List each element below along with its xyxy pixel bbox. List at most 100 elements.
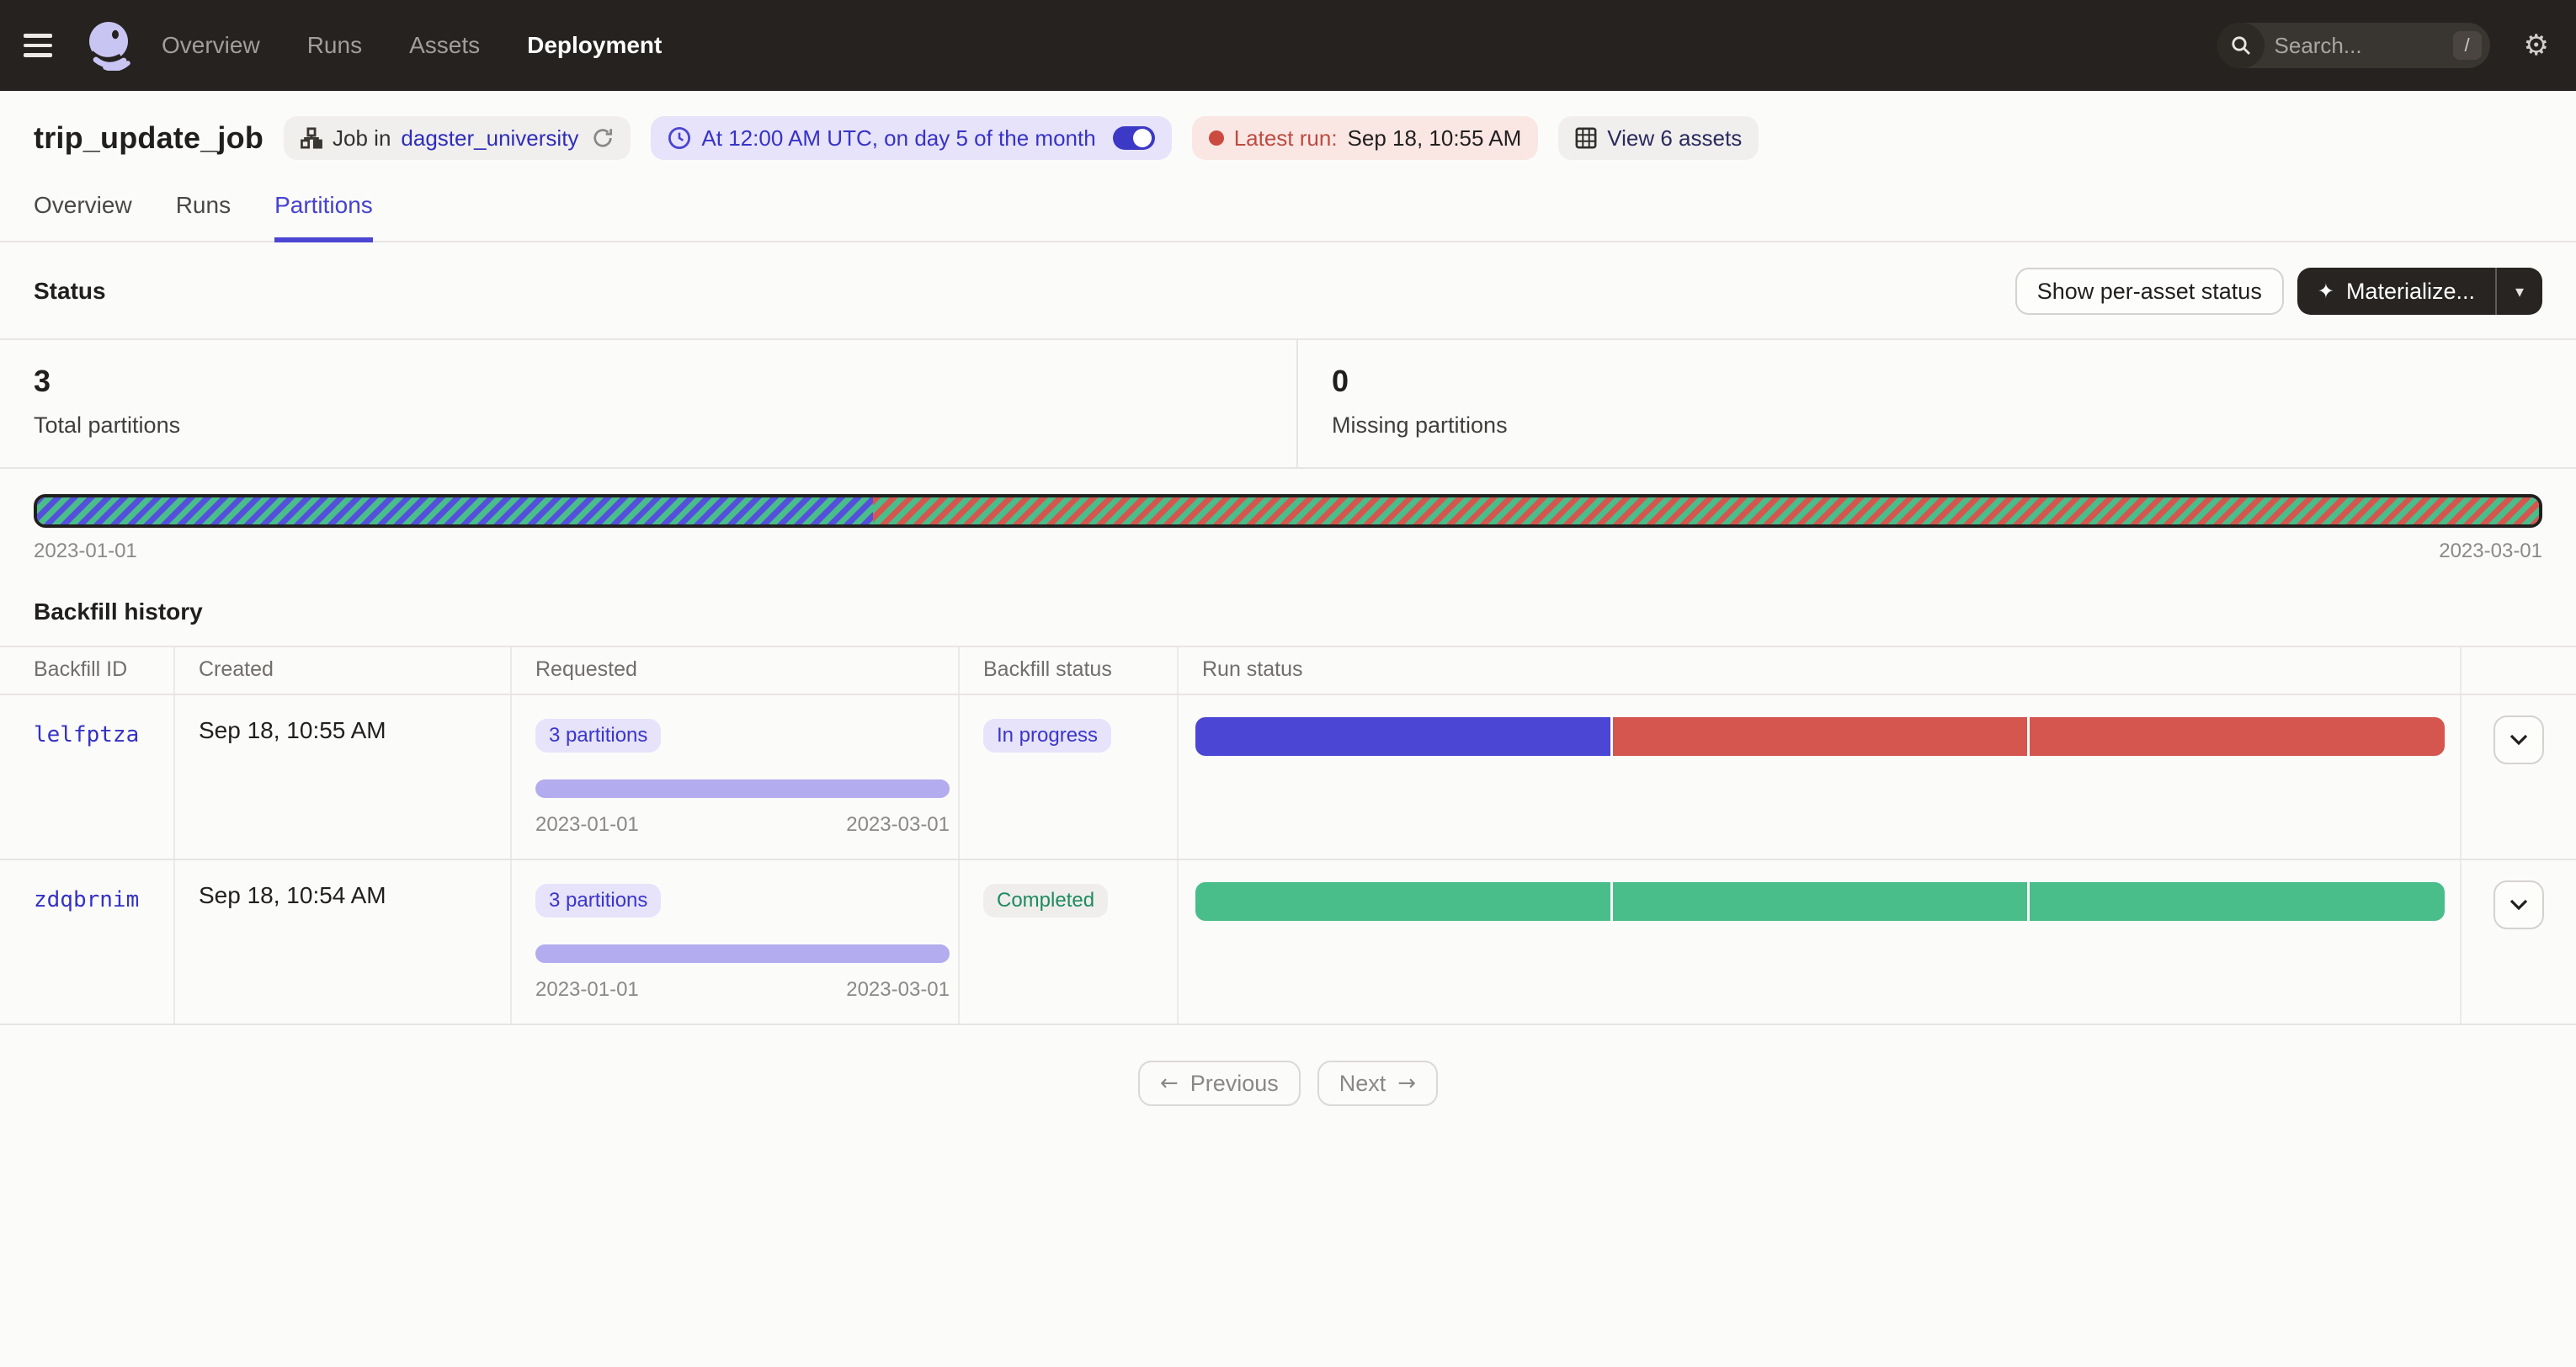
column-header-expand [2462, 647, 2576, 694]
partition-counts: 3 Total partitions 0 Missing partitions [0, 338, 2576, 469]
search-shortcut-badge: / [2453, 31, 2482, 60]
table-row: zdqbrnim Sep 18, 10:54 AM 3 partitions 2… [0, 860, 2576, 1025]
tab-runs[interactable]: Runs [176, 192, 231, 242]
partitions-count-pill[interactable]: 3 partitions [535, 884, 661, 918]
nav-item-deployment[interactable]: Deployment [527, 32, 662, 59]
show-per-asset-status-button[interactable]: Show per-asset status [2015, 268, 2284, 315]
job-location-pill: Job in dagster_university [284, 116, 631, 160]
partitions-count-pill[interactable]: 3 partitions [535, 719, 661, 753]
range-end: 2023-03-01 [846, 813, 950, 837]
repository-link[interactable]: dagster_university [401, 125, 578, 152]
schedule-label: At 12:00 AM UTC, on day 5 of the month [701, 125, 1095, 152]
job-graph-icon [301, 127, 322, 149]
status-heading: Status [34, 278, 106, 305]
total-partitions-cell: 3 Total partitions [0, 340, 1296, 467]
created-cell: Sep 18, 10:54 AM [175, 860, 512, 1024]
missing-partitions-value: 0 [1332, 364, 2542, 399]
chevron-down-icon [2509, 899, 2528, 911]
status-section-header: Status Show per-asset status ✦ Materiali… [0, 242, 2576, 338]
hamburger-icon [24, 34, 64, 37]
run-status-cell [1179, 860, 2462, 1024]
total-partitions-label: Total partitions [34, 412, 1263, 439]
dagster-app: Overview Runs Assets Deployment / ⚙ trip… [0, 0, 2576, 1367]
expand-cell [2462, 860, 2576, 1024]
backfill-id-link[interactable]: zdqbrnim [34, 887, 139, 912]
nav-item-assets[interactable]: Assets [409, 32, 480, 59]
next-page-button[interactable]: Next → [1317, 1061, 1438, 1106]
column-header-backfill-id: Backfill ID [0, 647, 175, 694]
nav-items: Overview Runs Assets Deployment [162, 32, 662, 59]
materialize-button[interactable]: ✦ Materialize... [2297, 268, 2495, 315]
page-title: trip_update_job [34, 120, 263, 156]
expand-cell [2462, 695, 2576, 859]
expand-row-button[interactable] [2494, 715, 2544, 764]
top-nav: Overview Runs Assets Deployment / ⚙ [0, 0, 2576, 91]
status-badge: Completed [983, 884, 1108, 918]
job-pill-prefix: Job in [333, 125, 391, 152]
arrow-right-icon: → [1397, 1071, 1416, 1096]
backfill-status-cell: In progress [960, 695, 1179, 859]
column-header-run-status: Run status [1179, 647, 2462, 694]
materialize-dropdown-button[interactable]: ▾ [2497, 268, 2542, 315]
missing-partitions-cell: 0 Missing partitions [1296, 340, 2576, 467]
materialize-label: Materialize... [2346, 279, 2475, 305]
latest-run-link[interactable]: Sep 18, 10:55 AM [1348, 125, 1522, 152]
tab-overview[interactable]: Overview [34, 192, 132, 242]
backfill-table-header: Backfill ID Created Requested Backfill s… [0, 647, 2576, 695]
view-assets-pill[interactable]: View 6 assets [1558, 116, 1759, 160]
range-start: 2023-01-01 [535, 813, 639, 837]
run-segment[interactable] [1195, 882, 1610, 921]
backfill-table: Backfill ID Created Requested Backfill s… [0, 646, 2576, 1025]
column-header-created: Created [175, 647, 512, 694]
tab-partitions[interactable]: Partitions [274, 192, 373, 242]
view-assets-link[interactable]: View 6 assets [1607, 125, 1742, 152]
range-end: 2023-03-01 [846, 978, 950, 1002]
run-segment[interactable] [2030, 882, 2445, 921]
schedule-toggle[interactable] [1113, 126, 1155, 150]
previous-page-button[interactable]: ← Previous [1138, 1061, 1301, 1106]
partition-status-bar-section: 2023-01-01 2023-03-01 [0, 469, 2576, 563]
arrow-left-icon: ← [1160, 1071, 1179, 1096]
run-segment[interactable] [1613, 717, 2028, 756]
dagster-logo-icon[interactable] [84, 20, 135, 71]
nav-item-runs[interactable]: Runs [307, 32, 362, 59]
partition-bar-labels: 2023-01-01 2023-03-01 [34, 540, 2542, 563]
run-segment[interactable] [1195, 717, 1610, 756]
backfill-id-link[interactable]: lelfptza [34, 722, 139, 747]
menu-button[interactable] [24, 29, 64, 62]
partition-status-bar[interactable] [34, 494, 2542, 528]
status-badge: In progress [983, 719, 1111, 753]
next-label: Next [1339, 1071, 1386, 1097]
expand-row-button[interactable] [2494, 880, 2544, 929]
settings-gear-icon[interactable]: ⚙ [2524, 31, 2549, 60]
partition-bar-segment[interactable] [873, 497, 2539, 524]
column-header-backfill-status: Backfill status [960, 647, 1179, 694]
search-icon [2217, 23, 2265, 68]
nav-item-overview[interactable]: Overview [162, 32, 260, 59]
backfill-status-cell: Completed [960, 860, 1179, 1024]
search-input[interactable] [2265, 33, 2453, 59]
clock-icon [668, 126, 691, 150]
search-box[interactable]: / [2217, 23, 2490, 68]
chevron-down-icon [2509, 734, 2528, 746]
run-status-bar [1195, 882, 2445, 921]
requested-range-bar [535, 779, 950, 798]
partition-range-start: 2023-01-01 [34, 540, 137, 563]
tab-bar: Overview Runs Partitions [0, 192, 2576, 242]
created-cell: Sep 18, 10:55 AM [175, 695, 512, 859]
partition-bar-segment[interactable] [37, 497, 873, 524]
requested-range-labels: 2023-01-01 2023-03-01 [535, 978, 950, 1002]
run-status-dot-icon [1209, 130, 1224, 146]
total-partitions-value: 3 [34, 364, 1263, 399]
table-row: lelfptza Sep 18, 10:55 AM 3 partitions 2… [0, 695, 2576, 860]
range-start: 2023-01-01 [535, 978, 639, 1002]
run-segment[interactable] [1613, 882, 2028, 921]
run-status-bar [1195, 717, 2445, 756]
requested-range-bar [535, 944, 950, 963]
latest-run-label: Latest run: [1234, 125, 1338, 152]
run-segment[interactable] [2030, 717, 2445, 756]
column-header-requested: Requested [512, 647, 960, 694]
sparkle-icon: ✦ [2318, 281, 2334, 301]
refresh-icon[interactable] [592, 127, 614, 149]
previous-label: Previous [1190, 1071, 1279, 1097]
